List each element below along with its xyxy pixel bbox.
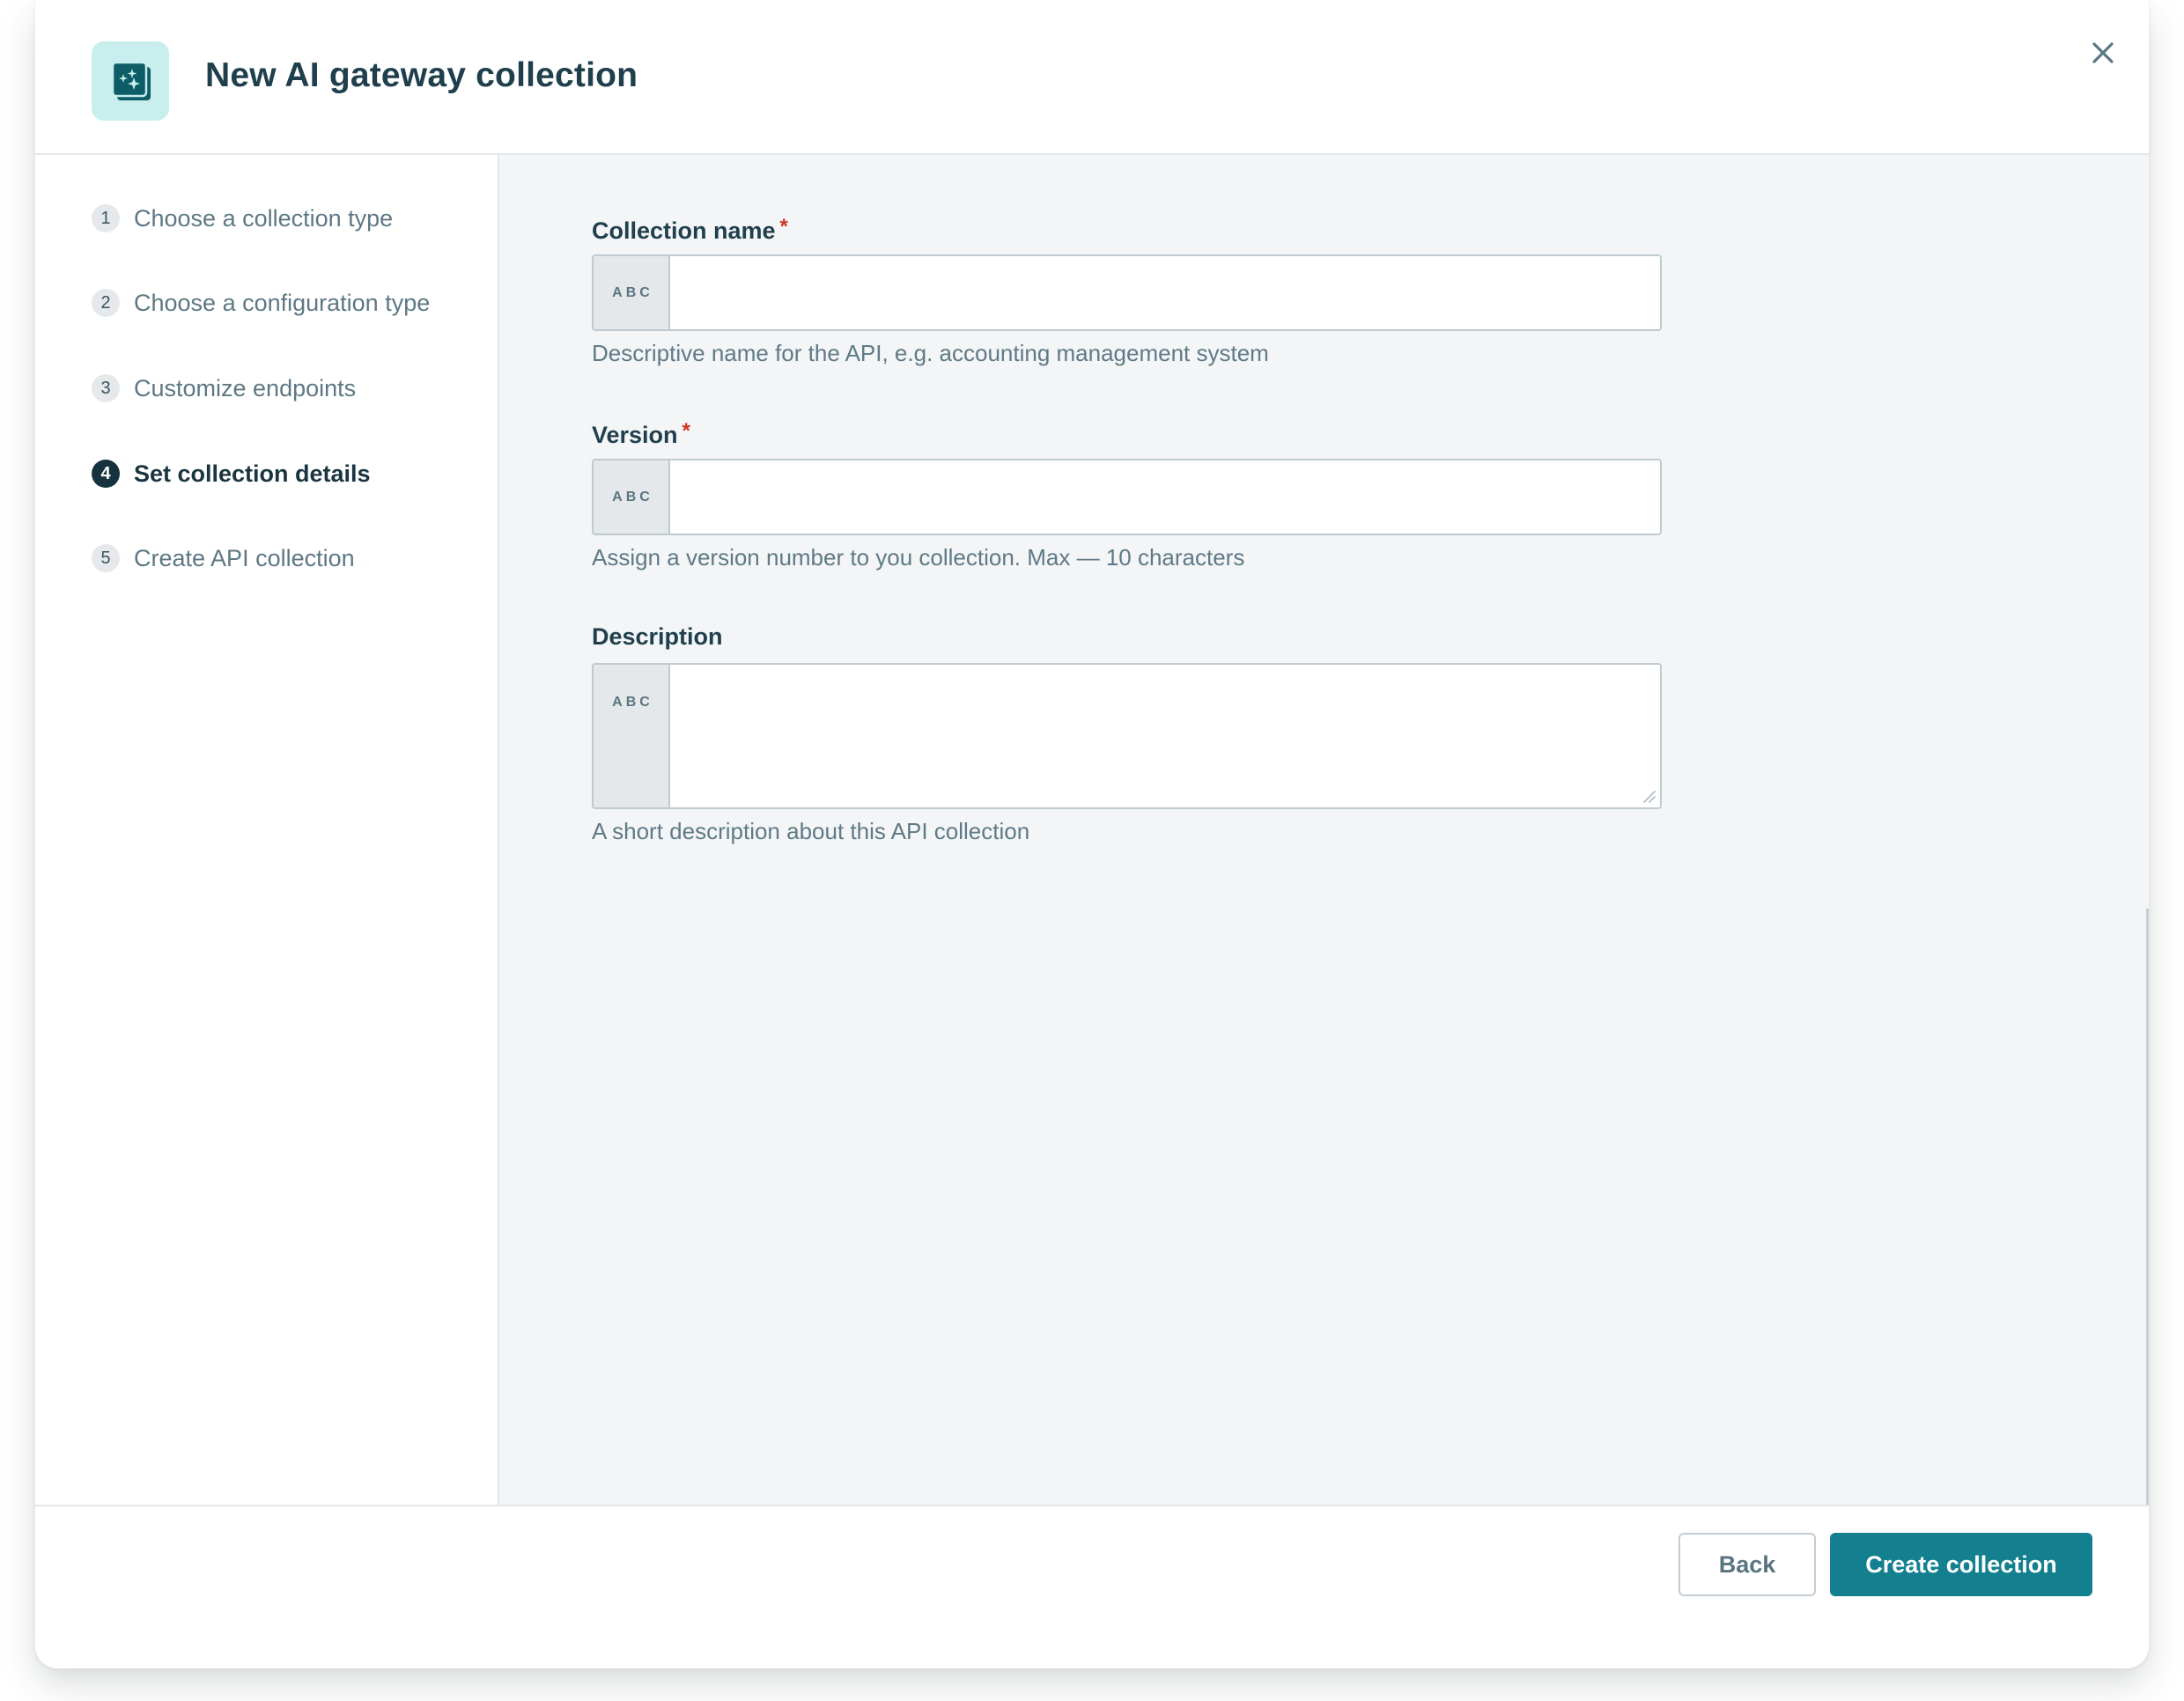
description-field: ABC bbox=[592, 663, 1662, 809]
step-choose-configuration-type[interactable]: 2 Choose a configuration type bbox=[92, 285, 430, 320]
back-button[interactable]: Back bbox=[1679, 1533, 1816, 1596]
step-number: 1 bbox=[92, 204, 120, 232]
step-label: Set collection details bbox=[134, 460, 371, 487]
wizard-steps-sidebar: 1 Choose a collection type 2 Choose a co… bbox=[35, 155, 499, 1505]
text-type-icon: ABC bbox=[594, 256, 670, 329]
step-label: Create API collection bbox=[134, 544, 355, 571]
content-scrollbar[interactable] bbox=[2146, 909, 2149, 1505]
close-button[interactable] bbox=[2085, 35, 2121, 70]
step-create-api-collection[interactable]: 5 Create API collection bbox=[92, 541, 355, 576]
collection-name-label: Collection name * bbox=[592, 215, 788, 244]
step-number: 5 bbox=[92, 544, 120, 572]
step-label: Customize endpoints bbox=[134, 374, 357, 401]
version-field: ABC bbox=[592, 459, 1662, 535]
collection-name-field: ABC bbox=[592, 254, 1662, 331]
version-label: Version * bbox=[592, 419, 690, 448]
create-collection-button[interactable]: Create collection bbox=[1830, 1533, 2092, 1596]
step-choose-collection-type[interactable]: 1 Choose a collection type bbox=[92, 201, 393, 236]
required-indicator: * bbox=[779, 215, 788, 239]
step-label: Choose a configuration type bbox=[134, 289, 431, 316]
collection-name-hint: Descriptive name for the API, e.g. accou… bbox=[592, 340, 1269, 366]
step-number: 3 bbox=[92, 374, 120, 402]
description-hint: A short description about this API colle… bbox=[592, 818, 1030, 844]
version-input[interactable] bbox=[670, 460, 1660, 534]
step-label: Choose a collection type bbox=[134, 204, 394, 232]
resize-handle-icon[interactable] bbox=[1641, 788, 1656, 804]
step-number: 2 bbox=[92, 289, 120, 317]
dialog-footer: Back Create collection bbox=[35, 1505, 2149, 1668]
description-textarea[interactable] bbox=[670, 665, 1660, 807]
description-label: Description bbox=[592, 623, 723, 650]
collection-details-form: Collection name * ABC Descriptive name fo… bbox=[499, 155, 2149, 1505]
step-set-collection-details[interactable]: 4 Set collection details bbox=[92, 456, 371, 491]
close-icon bbox=[2092, 42, 2114, 63]
ai-collection-sparkles-icon bbox=[92, 41, 169, 121]
step-number: 4 bbox=[92, 460, 120, 488]
version-hint: Assign a version number to you collectio… bbox=[592, 544, 1245, 571]
step-customize-endpoints[interactable]: 3 Customize endpoints bbox=[92, 371, 356, 406]
required-indicator: * bbox=[682, 419, 690, 443]
new-collection-dialog: New AI gateway collection 1 Choose a col… bbox=[35, 0, 2149, 1668]
dialog-title: New AI gateway collection bbox=[205, 56, 638, 94]
text-type-icon: ABC bbox=[594, 460, 670, 534]
dialog-header: New AI gateway collection bbox=[35, 0, 2149, 155]
collection-name-input[interactable] bbox=[670, 256, 1660, 329]
text-type-icon: ABC bbox=[594, 665, 670, 807]
